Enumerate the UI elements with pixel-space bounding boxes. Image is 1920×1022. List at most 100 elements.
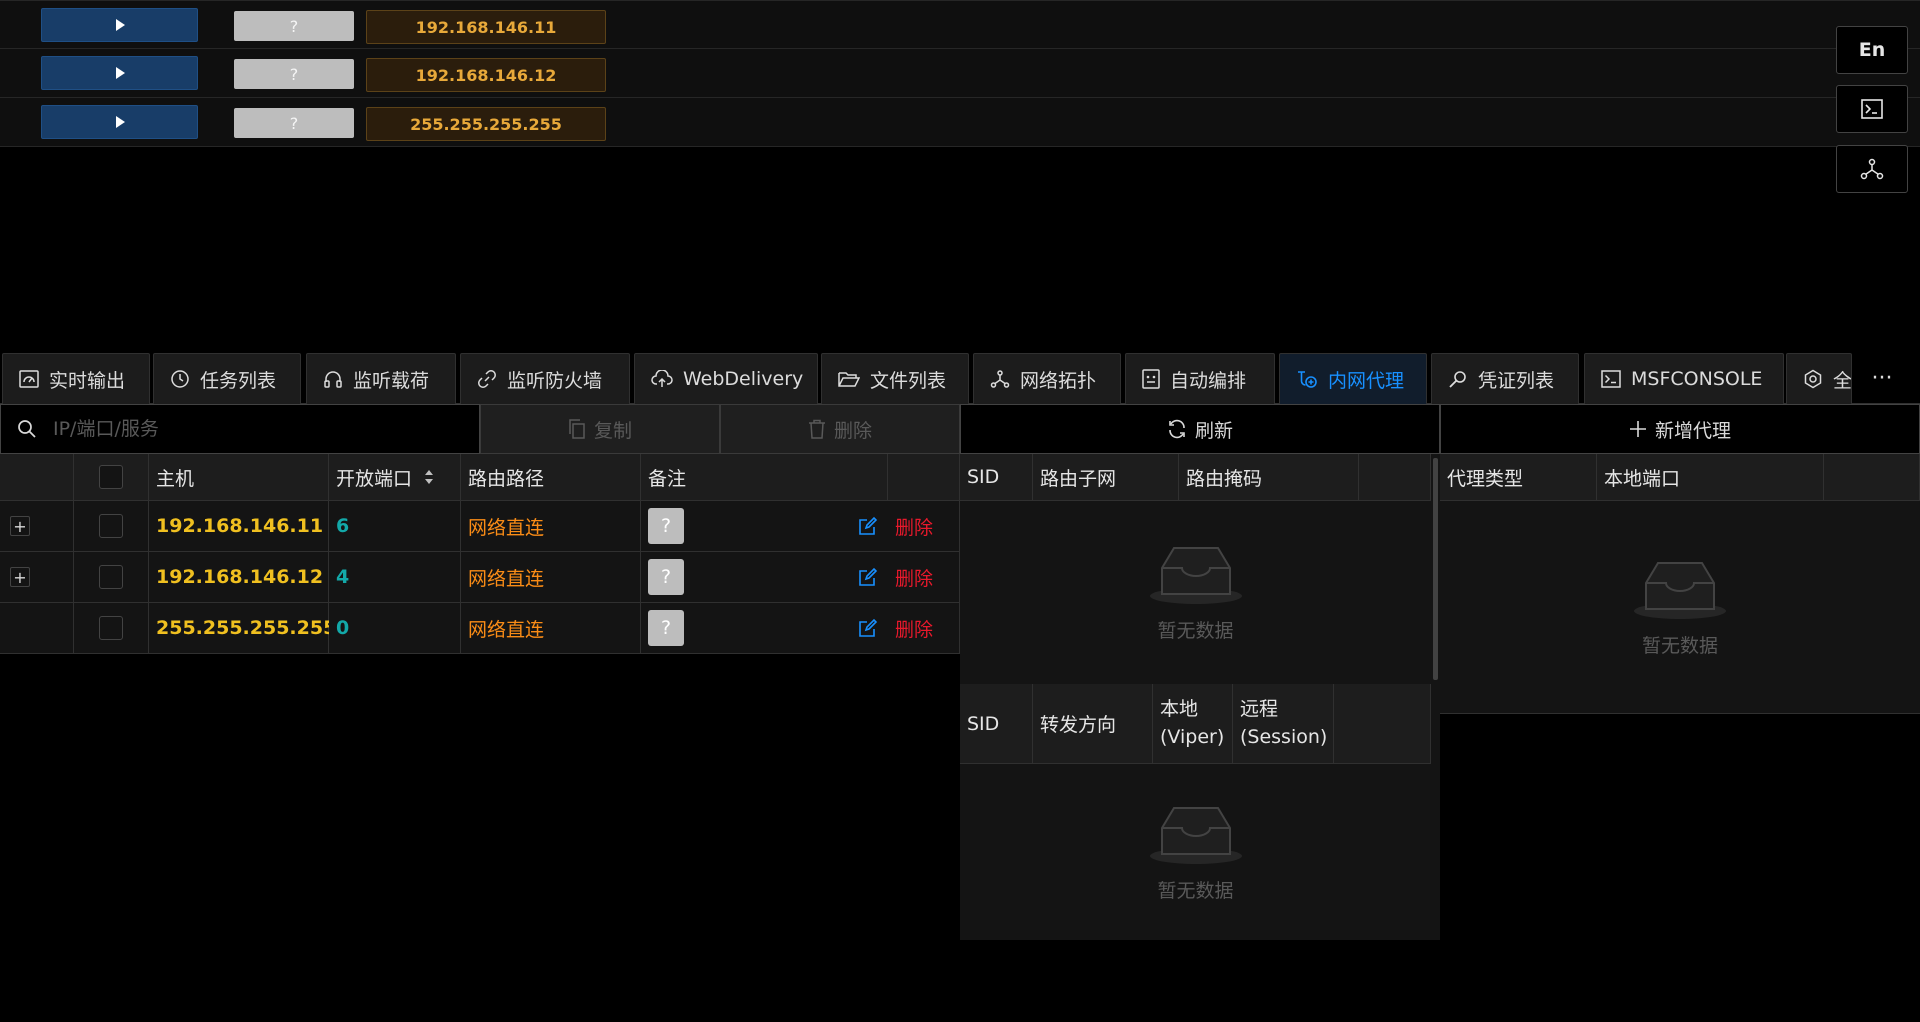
col-local-label: 本地 (Viper) bbox=[1160, 697, 1225, 748]
col-remote: 远程 (Session) bbox=[1233, 684, 1334, 764]
table-row: + bbox=[0, 501, 74, 552]
copy-label: 复制 bbox=[593, 419, 632, 442]
setting-icon bbox=[1804, 369, 1822, 389]
edit-icon[interactable] bbox=[858, 567, 878, 587]
add-proxy-label: 新增代理 bbox=[1654, 419, 1731, 442]
route-scrollbar[interactable] bbox=[1433, 458, 1438, 680]
tab-msfconsole[interactable]: MSFCONSOLE bbox=[1584, 353, 1784, 404]
col-local-port: 本地端口 bbox=[1597, 454, 1824, 501]
note-badge[interactable]: ? bbox=[648, 508, 684, 544]
tab-credential-list[interactable]: 凭证列表 bbox=[1431, 353, 1579, 404]
row-checkbox[interactable] bbox=[99, 565, 123, 589]
portfwd-empty-state: 暂无数据 bbox=[960, 764, 1431, 940]
topology-button[interactable] bbox=[1836, 145, 1908, 193]
host-list: ? 192.168.146.11 ? 192.168.146.12 ? 255.… bbox=[0, 0, 1920, 147]
console-icon bbox=[1861, 99, 1883, 119]
unknown-os-badge[interactable]: ? bbox=[234, 108, 354, 138]
col-ports[interactable]: 开放端口 bbox=[329, 454, 461, 501]
unknown-os-badge[interactable]: ? bbox=[234, 59, 354, 89]
expand-row-button[interactable]: + bbox=[10, 516, 30, 536]
port-count-cell[interactable]: 0 bbox=[329, 603, 461, 654]
port-count-cell[interactable]: 6 bbox=[329, 501, 461, 552]
host-ip-tag[interactable]: 255.255.255.255 bbox=[366, 107, 606, 141]
note-cell: ? bbox=[641, 552, 888, 603]
tab-listener[interactable]: 监听载荷 bbox=[306, 353, 456, 404]
col-note: 备注 bbox=[641, 454, 888, 501]
tab-listener-firewall[interactable]: 监听防火墙 bbox=[460, 353, 630, 404]
copy-button[interactable]: 复制 bbox=[480, 404, 720, 454]
run-button[interactable] bbox=[41, 56, 198, 90]
console-button[interactable] bbox=[1836, 85, 1908, 133]
more-tabs-button[interactable]: ··· bbox=[1852, 358, 1912, 398]
language-button[interactable]: En bbox=[1836, 26, 1908, 74]
host-list-row: ? 192.168.146.12 bbox=[0, 49, 1920, 98]
tab-global-settings[interactable]: 全 bbox=[1786, 353, 1852, 404]
host-ip-cell[interactable]: 255.255.255.255 bbox=[149, 603, 336, 654]
tab-webdelivery[interactable]: WebDelivery bbox=[634, 353, 818, 404]
proxy-icon bbox=[1298, 371, 1317, 388]
expand-row-button[interactable]: + bbox=[10, 567, 30, 587]
col-local: 本地 (Viper) bbox=[1153, 684, 1233, 764]
host-table: 主机 开放端口 路由路径 备注 + 192.168.146.11 6 网络直连 … bbox=[0, 454, 960, 654]
host-ip-cell[interactable]: 192.168.146.11 bbox=[149, 501, 329, 552]
col-direction: 转发方向 bbox=[1033, 684, 1153, 764]
host-ip-tag[interactable]: 192.168.146.11 bbox=[366, 10, 606, 44]
refresh-icon bbox=[1169, 419, 1185, 439]
search-input[interactable] bbox=[53, 418, 473, 440]
delete-host-link[interactable]: 删除 bbox=[895, 513, 933, 540]
col-sid: SID bbox=[960, 684, 1033, 764]
run-button[interactable] bbox=[41, 105, 198, 139]
add-proxy-button[interactable]: 新增代理 bbox=[1440, 404, 1920, 454]
tab-label: 实时输出 bbox=[49, 369, 126, 392]
trash-icon bbox=[808, 419, 825, 439]
col-route: 路由路径 bbox=[461, 454, 641, 501]
expand-header bbox=[0, 454, 74, 501]
select-all-checkbox[interactable] bbox=[99, 465, 123, 489]
port-count-cell[interactable]: 4 bbox=[329, 552, 461, 603]
route-table: SID 路由子网 路由掩码 暂无数据 bbox=[960, 454, 1440, 684]
tab-label: 监听载荷 bbox=[353, 369, 430, 392]
tab-realtime-output[interactable]: 实时输出 bbox=[2, 353, 150, 404]
refresh-button[interactable]: 刷新 bbox=[960, 404, 1440, 454]
action-cell: 删除 bbox=[888, 552, 960, 603]
tab-task-list[interactable]: 任务列表 bbox=[153, 353, 301, 404]
dashboard-icon bbox=[19, 370, 39, 388]
sort-icon[interactable] bbox=[424, 468, 434, 486]
col-proxy-type: 代理类型 bbox=[1440, 454, 1597, 501]
row-checkbox[interactable] bbox=[99, 616, 123, 640]
history-icon bbox=[171, 370, 189, 388]
note-badge[interactable]: ? bbox=[648, 559, 684, 595]
copy-icon bbox=[569, 419, 585, 439]
tab-label: 任务列表 bbox=[200, 369, 277, 392]
note-badge[interactable]: ? bbox=[648, 610, 684, 646]
route-cell: 网络直连 bbox=[461, 603, 641, 654]
col-remote-label: 远程 (Session) bbox=[1240, 697, 1328, 748]
delete-button[interactable]: 删除 bbox=[720, 404, 960, 454]
select-all-header bbox=[74, 454, 149, 501]
action-cell: 删除 bbox=[888, 603, 960, 654]
empty-label: 暂无数据 bbox=[1157, 879, 1234, 902]
tab-label: MSFCONSOLE bbox=[1631, 368, 1763, 390]
console-icon bbox=[1601, 370, 1621, 388]
tab-intranet-proxy[interactable]: 内网代理 bbox=[1279, 353, 1427, 404]
host-ip-cell[interactable]: 192.168.146.12 bbox=[149, 552, 329, 603]
host-ip-tag[interactable]: 192.168.146.12 bbox=[366, 58, 606, 92]
tab-label: 文件列表 bbox=[870, 369, 947, 392]
delete-host-link[interactable]: 删除 bbox=[895, 564, 933, 591]
table-row bbox=[0, 603, 74, 654]
row-checkbox[interactable] bbox=[99, 514, 123, 538]
table-row: + bbox=[0, 552, 74, 603]
col-ports-label: 开放端口 bbox=[336, 467, 413, 490]
tab-label: 凭证列表 bbox=[1478, 369, 1555, 392]
tab-network-topology[interactable]: 网络拓扑 bbox=[973, 353, 1121, 404]
tab-auto-orchestration[interactable]: 自动编排 bbox=[1125, 353, 1275, 404]
edit-icon[interactable] bbox=[858, 618, 878, 638]
delete-host-link[interactable]: 删除 bbox=[895, 615, 933, 642]
run-button[interactable] bbox=[41, 8, 198, 42]
tab-file-list[interactable]: 文件列表 bbox=[821, 353, 969, 404]
col-actions bbox=[888, 454, 960, 501]
col-route-mask: 路由掩码 bbox=[1179, 454, 1359, 501]
unknown-os-badge[interactable]: ? bbox=[234, 11, 354, 41]
edit-icon[interactable] bbox=[858, 516, 878, 536]
play-icon bbox=[115, 19, 125, 31]
